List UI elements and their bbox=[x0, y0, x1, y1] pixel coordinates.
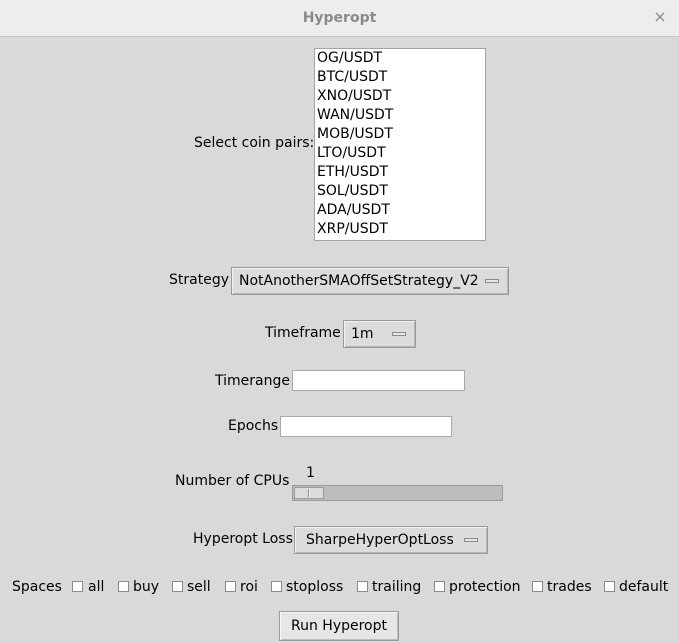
strategy-value: NotAnotherSMAOffSetStrategy_V2 bbox=[239, 273, 479, 289]
list-item[interactable]: XRP/USDT bbox=[315, 220, 485, 239]
timerange-input[interactable] bbox=[292, 370, 465, 391]
hyperopt-loss-label: Hyperopt Loss bbox=[193, 531, 293, 547]
cpus-slider[interactable] bbox=[292, 485, 503, 501]
slider-handle[interactable] bbox=[294, 487, 324, 499]
checkbox-label-sell: sell bbox=[187, 579, 211, 595]
list-item[interactable]: XNO/USDT bbox=[315, 87, 485, 106]
spaces-label: Spaces bbox=[12, 579, 62, 595]
epochs-label: Epochs bbox=[228, 418, 279, 434]
title-bar: Hyperopt × bbox=[0, 0, 679, 37]
coin-pairs-listbox[interactable]: OG/USDT BTC/USDT XNO/USDT WAN/USDT MOB/U… bbox=[314, 48, 486, 241]
list-item[interactable]: ETH/USDT bbox=[315, 163, 485, 182]
checkbox-label-trades: trades bbox=[547, 579, 592, 595]
checkbox-sell[interactable] bbox=[172, 581, 183, 592]
list-item[interactable]: ADA/USDT bbox=[315, 201, 485, 220]
strategy-label: Strategy bbox=[169, 272, 229, 288]
epochs-input[interactable] bbox=[280, 416, 452, 437]
hyperopt-loss-value: SharpeHyperOptLoss bbox=[306, 532, 454, 548]
list-item[interactable]: MOB/USDT bbox=[315, 125, 485, 144]
checkbox-protection[interactable] bbox=[434, 581, 445, 592]
checkbox-all[interactable] bbox=[72, 581, 83, 592]
hyperopt-loss-dropdown[interactable]: SharpeHyperOptLoss bbox=[294, 526, 488, 554]
menu-indicator-icon bbox=[464, 538, 478, 542]
timeframe-label: Timeframe bbox=[265, 325, 341, 341]
list-item[interactable]: SOL/USDT bbox=[315, 182, 485, 201]
list-item[interactable]: LTO/USDT bbox=[315, 144, 485, 163]
checkbox-label-default: default bbox=[619, 579, 669, 595]
checkbox-label-trailing: trailing bbox=[372, 579, 422, 595]
list-item[interactable]: BTC/USDT bbox=[315, 68, 485, 87]
menu-indicator-icon bbox=[485, 279, 499, 283]
grip-icon bbox=[308, 489, 310, 497]
checkbox-buy[interactable] bbox=[118, 581, 129, 592]
cpus-value: 1 bbox=[306, 465, 315, 481]
checkbox-label-stoploss: stoploss bbox=[286, 579, 344, 595]
checkbox-stoploss[interactable] bbox=[271, 581, 282, 592]
checkbox-label-roi: roi bbox=[240, 579, 258, 595]
strategy-dropdown[interactable]: NotAnotherSMAOffSetStrategy_V2 bbox=[231, 267, 509, 295]
checkbox-roi[interactable] bbox=[225, 581, 236, 592]
checkbox-default[interactable] bbox=[604, 581, 615, 592]
run-hyperopt-button[interactable]: Run Hyperopt bbox=[279, 611, 399, 641]
checkbox-trailing[interactable] bbox=[357, 581, 368, 592]
list-item[interactable]: OG/USDT bbox=[315, 49, 485, 68]
window-title: Hyperopt bbox=[302, 10, 377, 26]
menu-indicator-icon bbox=[392, 332, 406, 336]
timerange-label: Timerange bbox=[215, 373, 290, 389]
close-icon[interactable]: × bbox=[651, 0, 669, 36]
coin-pairs-label: Select coin pairs: bbox=[194, 135, 315, 151]
checkbox-label-buy: buy bbox=[133, 579, 160, 595]
timeframe-value: 1m bbox=[351, 326, 374, 342]
checkbox-trades[interactable] bbox=[532, 581, 543, 592]
checkbox-label-protection: protection bbox=[449, 579, 521, 595]
checkbox-label-all: all bbox=[88, 579, 105, 595]
cpus-label: Number of CPUs bbox=[175, 473, 290, 489]
list-item[interactable]: WAN/USDT bbox=[315, 106, 485, 125]
timeframe-dropdown[interactable]: 1m bbox=[343, 320, 416, 348]
